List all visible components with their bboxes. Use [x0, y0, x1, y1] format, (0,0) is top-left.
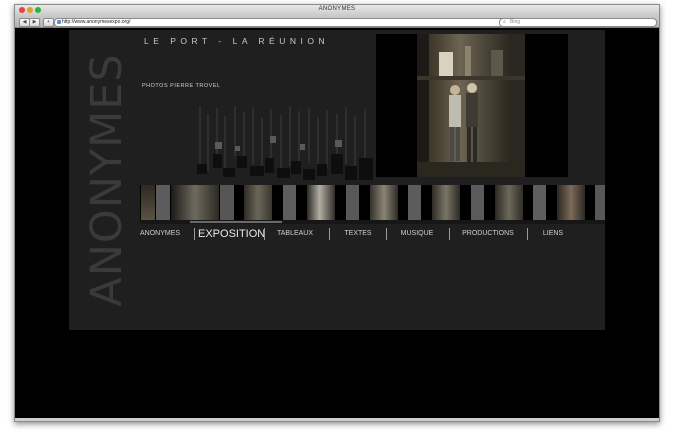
nav-liens[interactable]: LIENS — [535, 227, 571, 241]
forward-button[interactable]: ▶ — [29, 18, 40, 27]
site-container: ANONYMES LE PORT - LA RÉUNION PHOTOS PIE… — [69, 30, 605, 330]
exhibition-photo-image — [417, 34, 525, 177]
add-bookmark-button[interactable]: + — [43, 18, 54, 27]
nav-musique[interactable]: MUSIQUE — [394, 227, 440, 241]
nav-exposition[interactable]: EXPOSITION — [198, 227, 265, 241]
site-favicon-icon — [57, 20, 61, 24]
thumbnail[interactable] — [346, 185, 359, 220]
window-title: ANONYMES — [318, 6, 356, 12]
status-bar — [15, 418, 659, 421]
thumbnail[interactable] — [432, 185, 460, 220]
search-icon: ⌕ — [503, 19, 506, 25]
search-placeholder: Bing — [510, 19, 521, 25]
thumbnail[interactable] — [307, 185, 335, 220]
nav-productions[interactable]: PRODUCTIONS — [457, 227, 519, 241]
nav-separator — [527, 228, 528, 240]
nav-separator — [329, 228, 330, 240]
thumbnail[interactable] — [495, 185, 523, 220]
thumbnail[interactable] — [408, 185, 421, 220]
thumbnail-scrollbar[interactable] — [140, 220, 605, 224]
search-field[interactable]: ⌕ Bing — [499, 18, 657, 27]
scroll-thumb[interactable] — [190, 221, 282, 223]
nav-separator — [386, 228, 387, 240]
hanging-figures-illustration — [197, 106, 373, 180]
thumbnail[interactable] — [595, 185, 605, 220]
vertical-site-title: ANONYMES — [77, 53, 137, 306]
nav-textes[interactable]: TEXTES — [340, 227, 376, 241]
thumbnail[interactable] — [141, 185, 155, 220]
thumbnail-strip[interactable] — [140, 185, 605, 220]
page-viewport: ANONYMES LE PORT - LA RÉUNION PHOTOS PIE… — [15, 28, 659, 421]
thumbnail[interactable] — [156, 185, 170, 220]
nav-separator — [194, 228, 195, 240]
thumbnail[interactable] — [370, 185, 398, 220]
thumbnail[interactable] — [220, 185, 234, 220]
browser-window: ANONYMES ◀ ▶ + http://www.anonymesexpo.o… — [14, 4, 660, 422]
address-bar[interactable]: http://www.anonymesexpo.org/ ↻ — [54, 18, 509, 27]
thumbnail[interactable] — [533, 185, 546, 220]
exhibition-photo — [417, 34, 525, 177]
vertical-title-text: ANONYMES — [82, 53, 132, 307]
thumbnail[interactable] — [244, 185, 272, 220]
nav-separator — [264, 228, 265, 240]
browser-toolbar: ◀ ▶ + http://www.anonymesexpo.org/ ↻ ⌕ B… — [15, 16, 659, 28]
nav-tableaux[interactable]: TABLEAUX — [272, 227, 318, 241]
photo-credits: PHOTOS PIERRE TROVEL — [142, 83, 221, 89]
thumbnail[interactable] — [471, 185, 484, 220]
thumbnail[interactable] — [171, 185, 219, 220]
location-heading: LE PORT - LA RÉUNION — [144, 36, 330, 46]
title-bar[interactable]: ANONYMES — [15, 5, 659, 16]
main-navigation: ANONYMES EXPOSITION TABLEAUX TEXTES MUSI… — [140, 227, 605, 241]
url-text: http://www.anonymesexpo.org/ — [62, 19, 131, 25]
nav-anonymes[interactable]: ANONYMES — [140, 227, 180, 241]
thumbnail[interactable] — [283, 185, 296, 220]
nav-separator — [449, 228, 450, 240]
thumbnail[interactable] — [557, 185, 585, 220]
